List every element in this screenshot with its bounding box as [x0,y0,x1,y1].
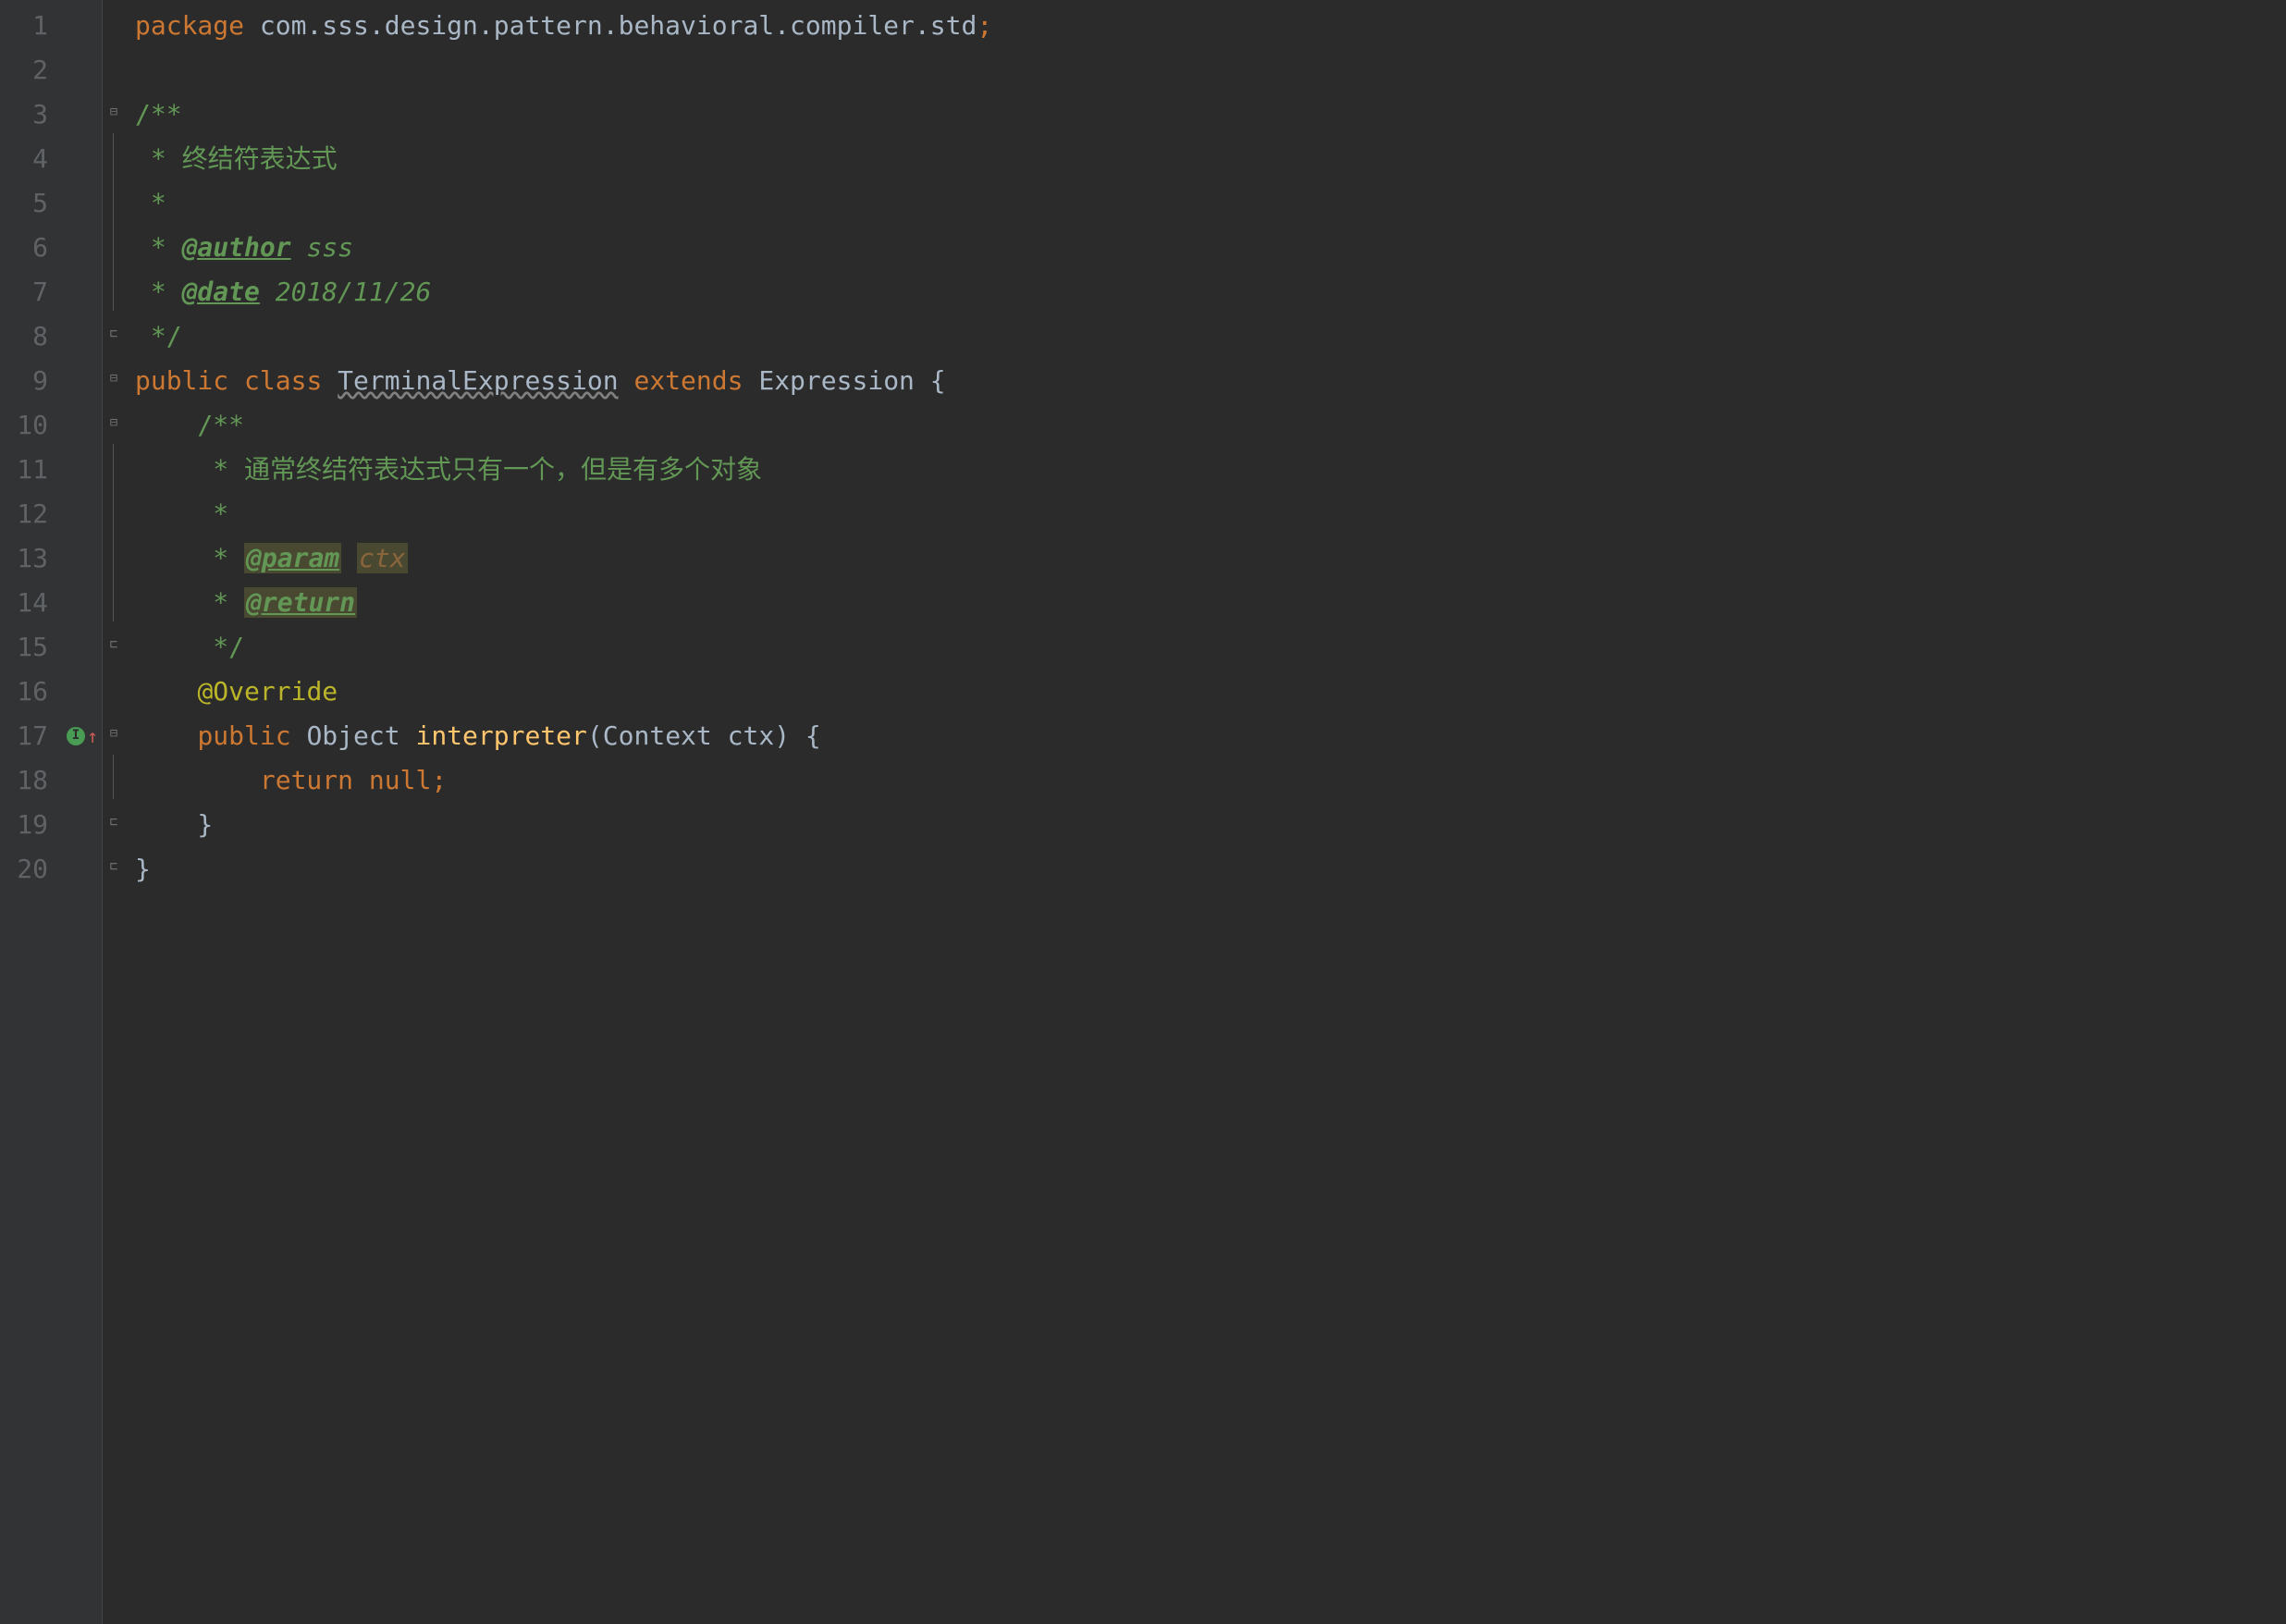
javadoc-end: */ [135,321,182,351]
code-line[interactable]: * @date 2018/11/26 [135,270,2286,314]
package-path: com.sss.design.pattern.behavioral.compil… [244,10,977,41]
superclass-name: Expression [758,365,915,396]
code-line[interactable]: * 通常终结符表达式只有一个，但是有多个对象 [135,448,2286,492]
javadoc-return-tag: @return [244,587,357,618]
override-gutter-marker[interactable]: ↑ [67,714,98,758]
line-number: 10 [17,403,48,448]
gutter-marker-column: ↑ [65,0,102,1624]
line-number: 6 [17,226,48,270]
fold-toggle-icon[interactable]: ⊟ [106,105,121,120]
semicolon: ; [977,10,992,41]
keyword: class [244,365,322,396]
keyword: public [135,365,228,396]
code-line[interactable]: * [135,181,2286,226]
javadoc-text: * 通常终结符表达式只有一个，但是有多个对象 [135,454,762,485]
javadoc-start: /** [135,410,244,440]
code-line[interactable]: * @return [135,581,2286,625]
code-line[interactable]: } [135,847,2286,892]
semicolon: ; [431,765,447,795]
fold-end-icon[interactable]: ⊏ [106,327,121,342]
javadoc-prefix: * [135,543,244,573]
code-line[interactable]: * [135,492,2286,536]
javadoc-text: * [135,188,166,218]
brace: } [135,809,213,840]
javadoc-param-name: ctx [357,543,408,573]
line-number: 12 [17,492,48,536]
code-line[interactable]: public Object interpreter(Context ctx) { [135,714,2286,758]
method-name: interpreter [415,720,586,751]
indent [135,720,197,751]
line-number: 7 [17,270,48,314]
line-number: 1 [17,4,48,48]
javadoc-end: */ [135,632,244,662]
navigate-up-icon: ↑ [87,720,98,752]
method-params: (Context ctx) { [587,720,821,751]
line-number: 20 [17,847,48,892]
fold-toggle-icon[interactable]: ⊟ [106,416,121,431]
fold-toggle-icon[interactable]: ⊟ [106,727,121,742]
line-number: 4 [17,137,48,181]
line-number: 13 [17,536,48,581]
code-area[interactable]: package com.sss.design.pattern.behaviora… [128,0,2286,1624]
keyword: extends [633,365,743,396]
line-number: 15 [17,625,48,670]
line-number-gutter: 1 2 3 4 5 6 7 8 9 10 11 12 13 14 15 16 1… [0,0,65,1624]
implements-method-icon [67,727,85,745]
code-line[interactable]: /** [135,403,2286,448]
brace: { [915,365,946,396]
code-line[interactable] [135,48,2286,92]
code-line[interactable]: * 终结符表达式 [135,137,2286,181]
line-number: 8 [17,314,48,359]
indent [135,676,197,707]
keyword: public [197,720,290,751]
javadoc-date-value: 2018/11/26 [260,277,431,307]
code-line[interactable]: */ [135,314,2286,359]
javadoc-start: /** [135,99,182,129]
null-literal: null [369,765,431,795]
line-number: 19 [17,803,48,847]
fold-toggle-icon[interactable]: ⊟ [106,372,121,387]
code-line[interactable]: public class TerminalExpression extends … [135,359,2286,403]
line-number: 9 [17,359,48,403]
keyword: package [135,10,244,41]
javadoc-author-value: sss [291,232,353,263]
class-name: TerminalExpression [338,365,618,396]
javadoc-text: * 终结符表达式 [135,143,338,174]
override-annotation: @Override [197,676,338,707]
code-line[interactable]: * @param ctx [135,536,2286,581]
indent [135,765,260,795]
code-line[interactable]: * @author sss [135,226,2286,270]
javadoc-prefix: * [135,277,182,307]
line-number: 2 [17,48,48,92]
line-number: 11 [17,448,48,492]
line-number: 5 [17,181,48,226]
keyword: return [260,765,353,795]
line-number: 3 [17,92,48,137]
code-line[interactable]: return null; [135,758,2286,803]
javadoc-param-tag: @param [244,543,341,573]
fold-end-icon[interactable]: ⊏ [106,816,121,830]
javadoc-prefix: * [135,587,244,618]
code-line[interactable]: package com.sss.design.pattern.behaviora… [135,4,2286,48]
fold-end-icon[interactable]: ⊏ [106,860,121,875]
javadoc-author-tag: @author [182,232,291,263]
code-line[interactable]: /** [135,92,2286,137]
line-number: 18 [17,758,48,803]
code-editor[interactable]: 1 2 3 4 5 6 7 8 9 10 11 12 13 14 15 16 1… [0,0,2286,1624]
line-number: 16 [17,670,48,714]
fold-end-icon[interactable]: ⊏ [106,638,121,653]
code-line[interactable]: */ [135,625,2286,670]
return-type: Object [306,720,399,751]
javadoc-date-tag: @date [182,277,260,307]
code-line[interactable]: } [135,803,2286,847]
code-line[interactable]: @Override [135,670,2286,714]
javadoc-prefix: * [135,232,182,263]
fold-column: ⊟ ⊏ ⊟ ⊟ ⊏ ⊟ ⊏ ⊏ [102,0,128,1624]
javadoc-text: * [135,498,228,529]
line-number: 17 [17,714,48,758]
line-number: 14 [17,581,48,625]
brace: } [135,854,151,884]
